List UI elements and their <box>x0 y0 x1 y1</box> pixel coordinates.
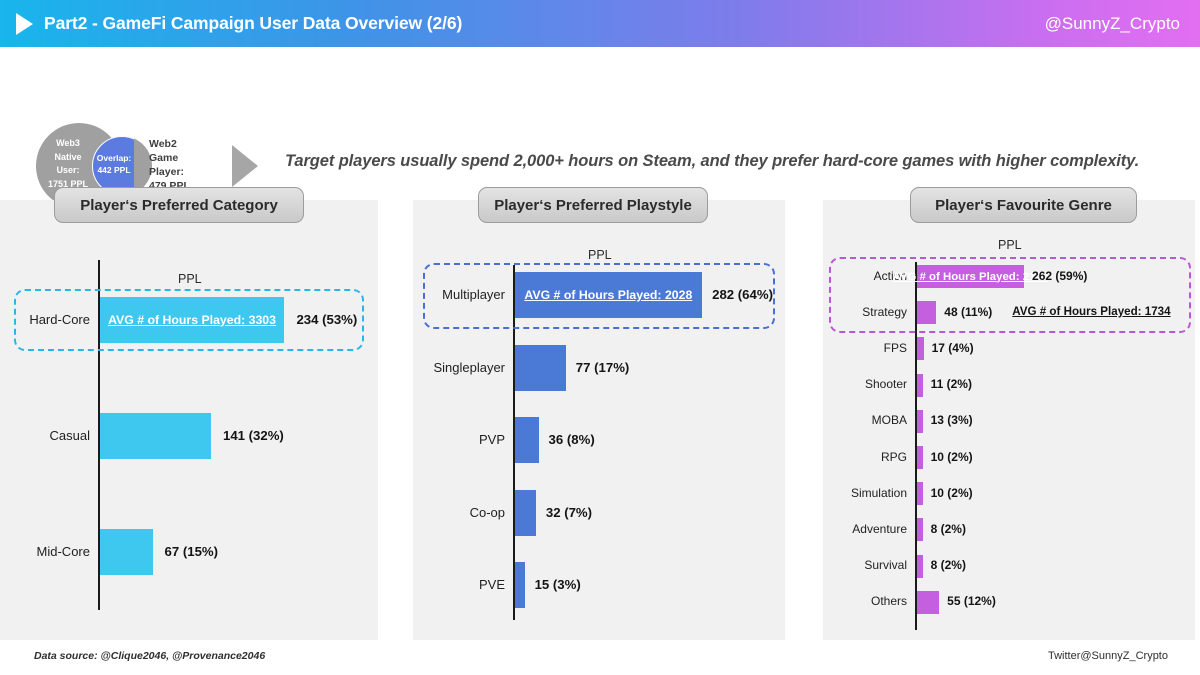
bar-rect <box>916 373 923 397</box>
bar-annotation: AVG # of Hours Played: 3303 <box>108 313 276 327</box>
tagline-text: Target players usually spend 2,000+ hour… <box>285 152 1140 170</box>
axis-unit-label-2: PPL <box>998 238 1022 252</box>
axis-unit-label-1: PPL <box>588 248 612 262</box>
bar-value-label: 10 (2%) <box>930 485 973 500</box>
bar-label: Co-op <box>469 504 505 520</box>
bar-value-label: 11 (2%) <box>930 377 972 392</box>
bar-value-label: 67 (15%) <box>164 544 219 559</box>
bar-rect <box>99 413 211 459</box>
chart-panel-2: Player‘s Favourite Genre PPL Action AVG # o… <box>823 187 1195 640</box>
bar-rect <box>916 301 937 325</box>
bar-value-label: 77 (17%) <box>575 359 630 375</box>
bar-label: Hard-Core <box>29 312 90 327</box>
bar-label: Shooter <box>864 377 907 392</box>
twitter-credit: Twitter@SunnyZ_Crypto <box>1048 650 1168 662</box>
chart-title-1: Player‘s Preferred Playstyle <box>478 187 708 223</box>
page-header: Part2 - GameFi Campaign User Data Overvi… <box>0 0 1200 47</box>
play-triangle-icon <box>16 12 33 35</box>
bar-value-label: 8 (2%) <box>930 558 966 573</box>
bar-label: Adventure <box>852 521 907 536</box>
bar-rect <box>916 482 923 506</box>
bar-value-label: 8 (2%) <box>930 521 966 536</box>
bar-value-label: 48 (11%) <box>944 304 993 319</box>
bar-rect <box>916 518 923 542</box>
venn-label-web2: Web2 Game Player: 479 PPL <box>149 138 190 192</box>
chart-panel-0: Player‘s Preferred Category PPL Hard-Core A… <box>0 187 378 640</box>
bar-rect <box>916 590 940 614</box>
author-handle: @SunnyZ_Crypto <box>1044 13 1180 33</box>
bar-rect: AVG # of Hours Played: 2140 <box>893 265 1048 288</box>
bar-rect: AVG # of Hours Played: 2028 <box>514 272 703 318</box>
bar-rect <box>514 417 539 463</box>
chart-title-0: Player‘s Preferred Category <box>54 187 304 223</box>
bar-value-label: 36 (8%) <box>548 432 595 447</box>
bar-rect <box>514 489 536 536</box>
bar-rect <box>514 344 566 391</box>
venn-label-web3: Web3 Native User: 1751 PPL <box>47 138 89 189</box>
bar-label: Strategy <box>862 304 907 319</box>
bar-label: PVP <box>478 432 505 447</box>
bar-rect <box>99 529 153 575</box>
bar-label: Mid-Core <box>36 544 90 559</box>
bar-label: Multiplayer <box>442 287 505 302</box>
bar-label: RPG <box>880 449 907 464</box>
bar-annotation: AVG # of Hours Played: 2140 <box>892 270 1049 283</box>
chart-panel-1: Player‘s Preferred Playstyle PPL Multiplay… <box>413 187 785 640</box>
bar-value-label: 262 (59%) <box>1032 268 1088 283</box>
bar-label: Singleplayer <box>433 359 505 375</box>
chart-title-2: Player‘s Favourite Genre <box>910 187 1137 223</box>
bar-label: Others <box>870 594 907 609</box>
bar-label: Survival <box>864 558 907 573</box>
bar-label: Casual <box>49 428 90 443</box>
bar-rect: AVG # of Hours Played: 3303 <box>99 297 285 343</box>
bar-value-label: 13 (3%) <box>930 413 973 428</box>
page-title: Part2 - GameFi Campaign User Data Overvi… <box>44 13 463 33</box>
bar-rect <box>916 554 923 578</box>
bar-value-label: 10 (2%) <box>930 449 973 464</box>
bar-rect <box>916 409 923 433</box>
bar-rect <box>916 337 924 361</box>
data-source-note: Data source: @Clique2046, @Provenance204… <box>34 650 266 662</box>
bar-value-label: 17 (4%) <box>931 340 974 355</box>
bar-value-label: 141 (32%) <box>222 428 284 443</box>
bar-label: PVE <box>478 577 505 592</box>
axis-unit-label-0: PPL <box>178 272 202 286</box>
bar-rect <box>514 562 525 608</box>
summary-band: Web3 Native User: 1751 PPL Overlap: 442 PPL … <box>0 47 1200 209</box>
bar-side-annotation: AVG # of Hours Played: 1734 <box>1012 304 1171 318</box>
bar-value-label: 32 (7%) <box>545 504 593 520</box>
bar-value-label: 234 (53%) <box>296 312 358 327</box>
bar-value-label: 15 (3%) <box>534 577 581 592</box>
bar-label: FPS <box>883 340 907 355</box>
bar-label: MOBA <box>871 413 907 428</box>
bar-rect <box>916 446 923 469</box>
bar-label: Simulation <box>850 485 907 500</box>
bar-value-label: 282 (64%) <box>712 287 773 302</box>
bar-value-label: 55 (12%) <box>947 594 996 609</box>
bar-annotation: AVG # of Hours Played: 2028 <box>524 288 693 302</box>
venn-label-overlap: Overlap: 442 PPL <box>96 153 132 175</box>
arrow-right-icon <box>232 145 258 187</box>
